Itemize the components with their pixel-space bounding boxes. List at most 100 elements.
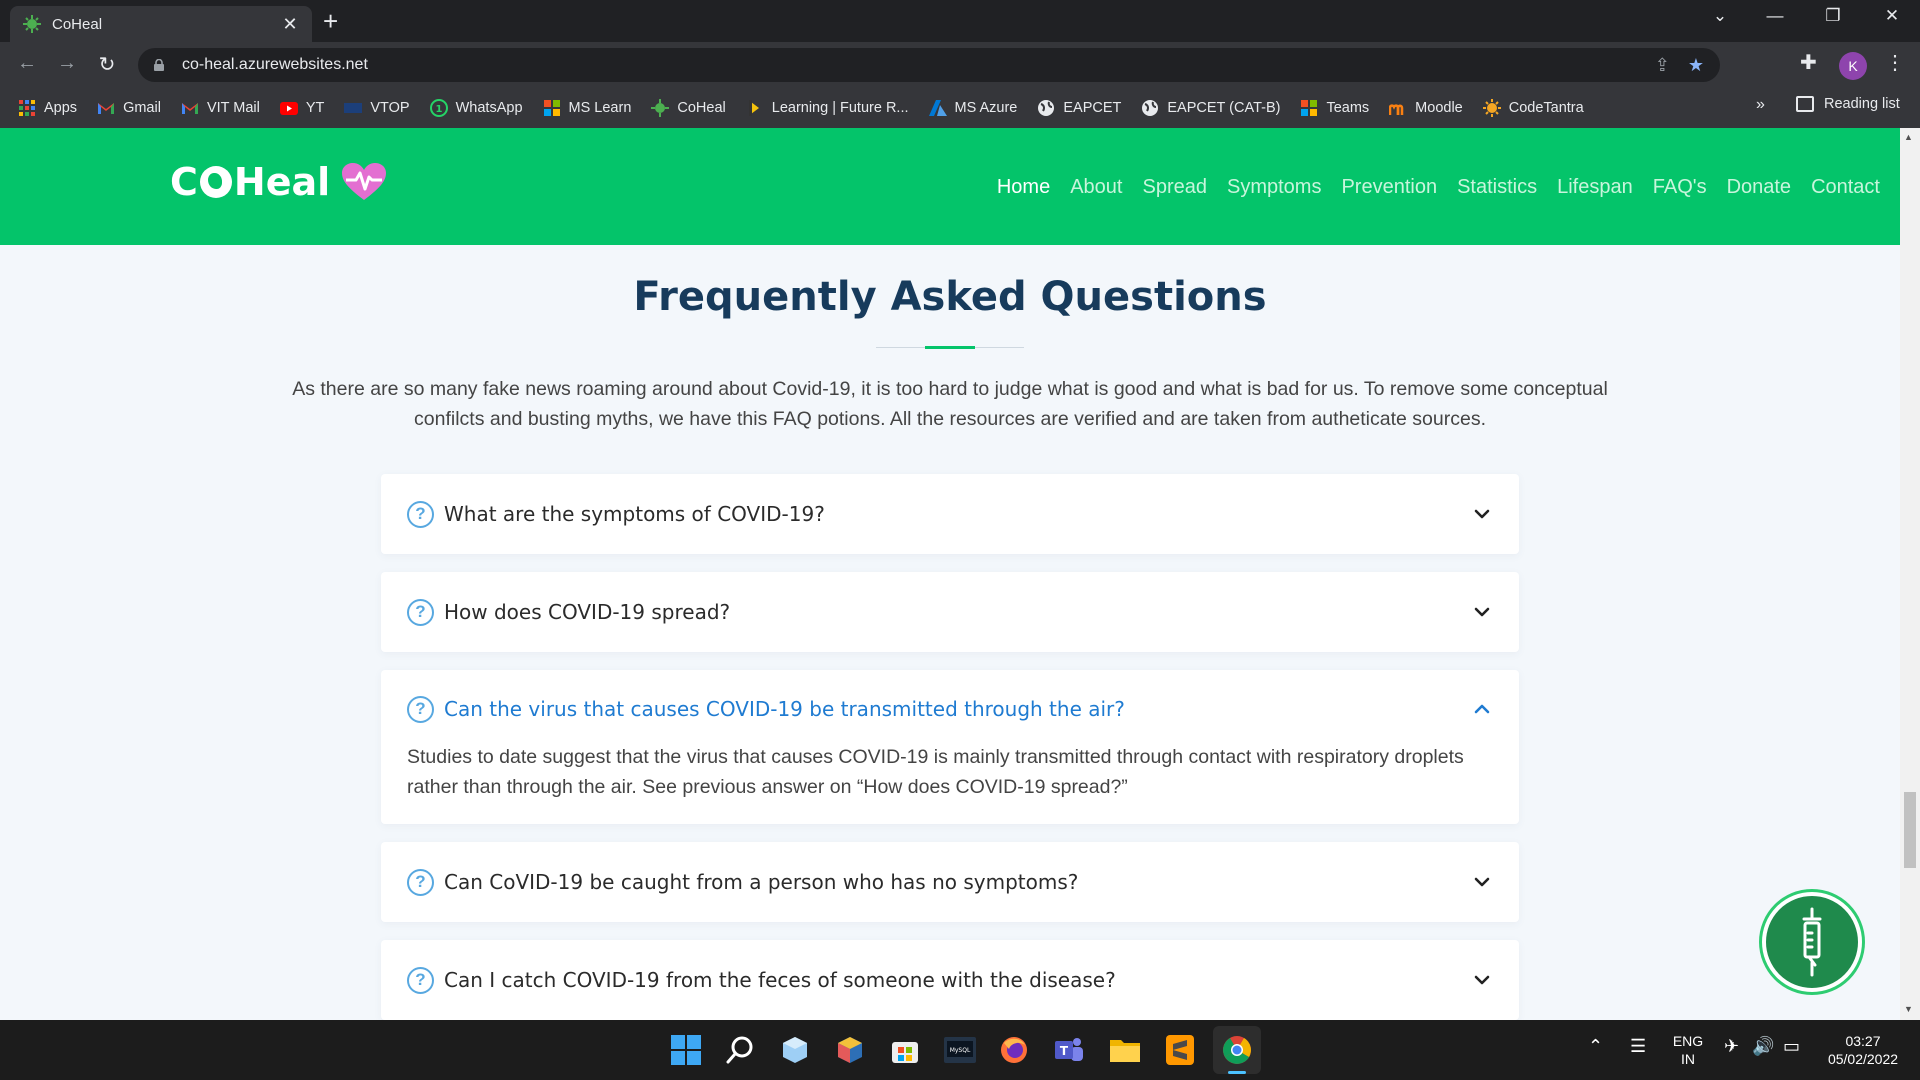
chevron-down-icon[interactable] xyxy=(1471,871,1493,893)
site-logo[interactable]: C Heal xyxy=(170,160,387,204)
reading-list-button[interactable]: Reading list xyxy=(1796,96,1900,112)
chevron-up-icon[interactable] xyxy=(1471,698,1493,720)
chevron-down-icon[interactable] xyxy=(1471,969,1493,991)
language-indicator[interactable]: ENG IN xyxy=(1666,1032,1710,1068)
moodle-icon xyxy=(1389,99,1407,117)
url-text: co-heal.azurewebsites.net xyxy=(182,56,368,73)
bookmark-teams[interactable]: Teams xyxy=(1300,99,1369,117)
tab-search-icon[interactable]: ⌄ xyxy=(1700,6,1740,26)
bookmark-gmail[interactable]: Gmail xyxy=(97,99,161,117)
faq-question-toggle[interactable]: ? Can the virus that causes COVID-19 be t… xyxy=(381,670,1519,748)
nav-link-contact[interactable]: Contact xyxy=(1811,176,1880,199)
close-window-button[interactable]: ✕ xyxy=(1872,6,1912,26)
airplane-mode-icon[interactable]: ✈ xyxy=(1724,1036,1739,1057)
bookmark-eapcet-cat-b[interactable]: EAPCET (CAT-B) xyxy=(1141,99,1280,117)
reload-button[interactable]: ↻ xyxy=(92,52,122,77)
virtualbox-icon[interactable] xyxy=(834,1034,866,1066)
nav-link-prevention[interactable]: Prevention xyxy=(1341,176,1437,199)
nav-link-faq-s[interactable]: FAQ's xyxy=(1653,176,1707,199)
restore-button[interactable]: ❐ xyxy=(1813,6,1853,26)
minimize-button[interactable]: — xyxy=(1755,6,1795,26)
nav-link-lifespan[interactable]: Lifespan xyxy=(1557,176,1633,199)
scroll-down-arrow-icon[interactable]: ▼ xyxy=(1904,1004,1913,1014)
menu-kebab-icon[interactable]: ⋮ xyxy=(1885,50,1905,75)
bookmark-star-icon[interactable]: ★ xyxy=(1688,55,1704,76)
faq-item: ? Can I catch COVID-19 from the feces of … xyxy=(381,940,1519,1020)
bookmark-label: Teams xyxy=(1326,100,1370,116)
question-circle-icon: ? xyxy=(407,966,434,994)
microsoft-icon xyxy=(543,99,561,117)
browser-tab[interactable]: CoHeal ✕ xyxy=(10,6,312,42)
faq-question-toggle[interactable]: ? What are the symptoms of COVID-19? xyxy=(381,474,1519,554)
bookmark-label: VTOP xyxy=(370,100,410,116)
svg-text:T: T xyxy=(1060,1044,1069,1058)
nav-link-home[interactable]: Home xyxy=(997,176,1050,199)
bookmark-label: Gmail xyxy=(123,100,161,116)
bookmark-label: CodeTantra xyxy=(1508,100,1584,116)
bookmark-label: Moodle xyxy=(1415,100,1463,116)
chevron-down-icon[interactable] xyxy=(1471,503,1493,525)
clock-time: 03:27 xyxy=(1845,1033,1881,1049)
gmail-icon xyxy=(181,99,199,117)
bookmarks-overflow-button[interactable]: » xyxy=(1756,96,1765,114)
page-scrollbar[interactable]: ▲ ▼ xyxy=(1900,128,1920,1020)
touch-keyboard-icon[interactable]: ☰ xyxy=(1630,1036,1646,1057)
nav-link-donate[interactable]: Donate xyxy=(1727,176,1792,199)
profile-avatar[interactable]: K xyxy=(1839,52,1867,80)
tab-title: CoHeal xyxy=(52,15,103,33)
bookmark-whatsapp[interactable]: 1 WhatsApp xyxy=(429,99,523,117)
vtop-icon xyxy=(344,99,363,117)
bookmark-vtop[interactable]: VTOP xyxy=(344,99,410,117)
globe-icon xyxy=(1037,99,1055,117)
share-icon[interactable]: ⇪ xyxy=(1655,55,1670,76)
bookmark-ms-azure[interactable]: MS Azure xyxy=(928,99,1018,117)
nav-link-spread[interactable]: Spread xyxy=(1142,176,1207,199)
nav-link-symptoms[interactable]: Symptoms xyxy=(1227,176,1321,199)
windows-start-icon[interactable] xyxy=(670,1034,702,1066)
tray-overflow-chevron-icon[interactable]: ⌃ xyxy=(1588,1036,1603,1057)
azure-icon xyxy=(928,99,947,117)
clock[interactable]: 03:27 05/02/2022 xyxy=(1818,1032,1908,1068)
volume-icon[interactable]: 🔊 xyxy=(1752,1036,1774,1057)
faq-question-toggle[interactable]: ? Can I catch COVID-19 from the feces of … xyxy=(381,940,1519,1020)
address-bar[interactable]: co-heal.azurewebsites.net ⇪ ★ xyxy=(138,48,1720,82)
mysql-workbench-icon[interactable]: MySQL xyxy=(944,1034,976,1066)
bookmark-eapcet[interactable]: EAPCET xyxy=(1037,99,1121,117)
extensions-icon[interactable]: ✚ xyxy=(1800,50,1817,75)
battery-icon[interactable]: ▭ xyxy=(1783,1036,1800,1057)
svg-text:MySQL: MySQL xyxy=(950,1047,971,1054)
scrollbar-thumb[interactable] xyxy=(1904,792,1916,868)
chrome-icon[interactable] xyxy=(1221,1034,1253,1066)
bookmark-label: MS Azure xyxy=(954,100,1018,116)
browser-tab-strip: CoHeal ✕ + ⌄ — ❐ ✕ xyxy=(0,0,1920,42)
forward-button[interactable]: → xyxy=(52,52,82,75)
faq-question-toggle[interactable]: ? Can CoVID-19 be caught from a person wh… xyxy=(381,842,1519,922)
title-divider-accent xyxy=(925,346,975,349)
bookmark-ms-learn[interactable]: MS Learn xyxy=(543,99,631,117)
bookmark-codetantra[interactable]: CodeTantra xyxy=(1482,99,1584,117)
microsoft-store-icon[interactable] xyxy=(889,1034,921,1066)
new-tab-button[interactable]: + xyxy=(323,8,338,34)
search-icon[interactable] xyxy=(724,1034,756,1066)
back-button[interactable]: ← xyxy=(12,52,42,75)
cube-app-icon[interactable] xyxy=(779,1034,811,1066)
scroll-up-arrow-icon[interactable]: ▲ xyxy=(1904,132,1913,142)
faq-question-toggle[interactable]: ? How does COVID-19 spread? xyxy=(381,572,1519,652)
nav-link-about[interactable]: About xyxy=(1070,176,1122,199)
close-tab-icon[interactable]: ✕ xyxy=(280,14,300,35)
bookmark-moodle[interactable]: Moodle xyxy=(1389,99,1463,117)
nav-link-statistics[interactable]: Statistics xyxy=(1457,176,1537,199)
bookmark-apps[interactable]: Apps xyxy=(18,99,77,117)
bookmark-vit-mail[interactable]: VIT Mail xyxy=(181,99,260,117)
bookmark-yt[interactable]: YT xyxy=(279,99,324,117)
file-explorer-icon[interactable] xyxy=(1109,1034,1141,1066)
virus-icon xyxy=(22,14,42,34)
chevron-down-icon[interactable] xyxy=(1471,601,1493,623)
question-circle-icon: ? xyxy=(407,500,434,528)
vaccine-button[interactable] xyxy=(1762,892,1862,992)
teams-icon[interactable]: T xyxy=(1053,1034,1085,1066)
sublime-text-icon[interactable] xyxy=(1164,1034,1196,1066)
firefox-icon[interactable] xyxy=(998,1034,1030,1066)
bookmark-learning-future-r[interactable]: Learning | Future R... xyxy=(746,99,909,117)
bookmark-coheal[interactable]: CoHeal xyxy=(651,99,726,117)
